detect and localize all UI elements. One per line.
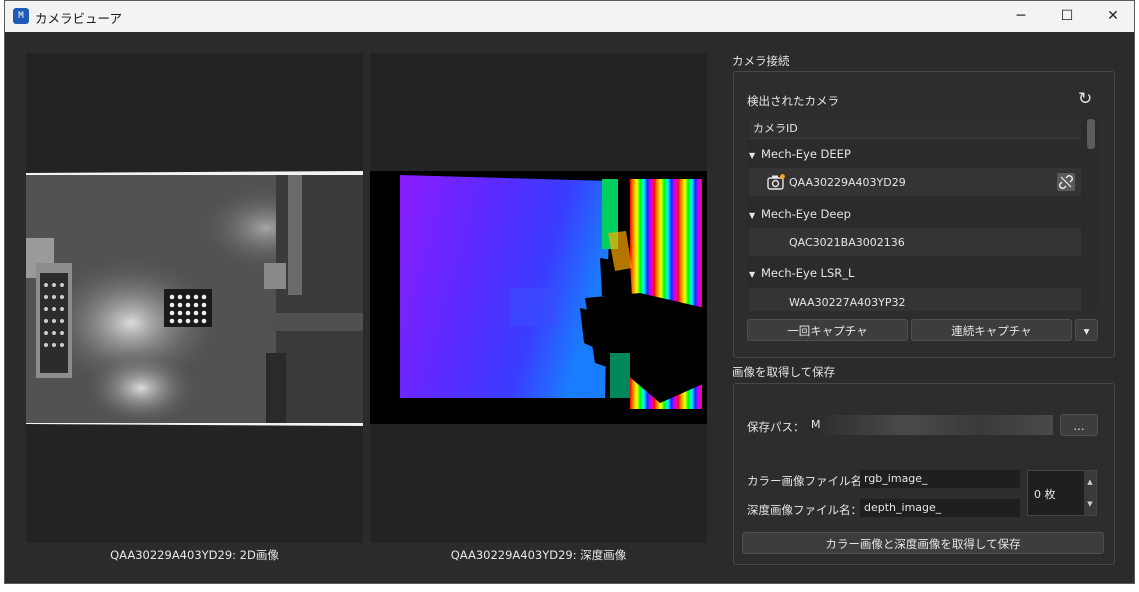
camera-group-label: Mech-Eye LSR_L bbox=[761, 266, 855, 280]
image-depth bbox=[370, 171, 707, 424]
list-scrollbar[interactable] bbox=[1087, 119, 1095, 309]
camera-viewer-window: M カメラビューア ─ ☐ ✕ QAA30229A403YD29: 2D画像 Q… bbox=[4, 0, 1135, 584]
detected-cameras-label: 検出されたカメラ bbox=[747, 94, 839, 108]
capture-count-spinbox[interactable]: 0 枚 ▲ ▼ bbox=[1027, 470, 1097, 516]
camera-serial: QAA30229A403YD29 bbox=[789, 176, 906, 189]
close-button[interactable]: ✕ bbox=[1090, 1, 1134, 32]
save-path-label: 保存パス： bbox=[747, 420, 805, 434]
spin-up-icon[interactable]: ▲ bbox=[1084, 471, 1096, 493]
expand-arrow-icon[interactable]: ▼ bbox=[749, 151, 761, 160]
camera-icon bbox=[767, 174, 785, 190]
browse-button[interactable]: ... bbox=[1060, 414, 1098, 436]
camera-list-item[interactable]: WAA30227A403YP32 bbox=[749, 288, 1081, 311]
single-capture-button[interactable]: 一回キャプチャ bbox=[747, 319, 908, 341]
app-logo-icon: M bbox=[13, 8, 29, 24]
color-filename-input[interactable]: rgb_image_ bbox=[860, 470, 1020, 488]
window-title: カメラビューア bbox=[35, 11, 123, 26]
save-group-title: 画像を取得して保存 bbox=[732, 365, 836, 379]
depth-filename-label: 深度画像ファイル名： bbox=[747, 503, 862, 517]
expand-arrow-icon[interactable]: ▼ bbox=[749, 270, 761, 279]
image-2d-caption: QAA30229A403YD29: 2D画像 bbox=[110, 548, 279, 562]
color-filename-label: カラー画像ファイル名： bbox=[747, 474, 874, 488]
image-panel-depth bbox=[370, 53, 707, 543]
title-bar: M カメラビューア ─ ☐ ✕ bbox=[5, 1, 1134, 32]
save-path-input[interactable]: M bbox=[807, 415, 1053, 435]
camera-group-label: Mech-Eye DEEP bbox=[761, 147, 851, 161]
maximize-button[interactable]: ☐ bbox=[1044, 1, 1090, 32]
depth-filename-input[interactable]: depth_image_ bbox=[860, 499, 1020, 517]
camera-group-mech-eye-deep-upper[interactable]: ▼ Mech-Eye DEEP bbox=[749, 147, 851, 161]
camera-list[interactable]: カメラID ▼ Mech-Eye DEEP QAA30229A403YD29 ▼ M bbox=[747, 117, 1099, 311]
capture-count: 0 枚 bbox=[1034, 488, 1056, 501]
capture-and-save-button[interactable]: カラー画像と深度画像を取得して保存 bbox=[742, 532, 1104, 554]
image-panel-2d bbox=[26, 53, 363, 543]
scrollbar-thumb[interactable] bbox=[1087, 119, 1095, 149]
disconnect-button[interactable] bbox=[1057, 173, 1075, 191]
camera-group-label: Mech-Eye Deep bbox=[761, 207, 851, 221]
camera-connection-title: カメラ接続 bbox=[732, 54, 790, 68]
image-2d bbox=[26, 171, 363, 428]
spin-down-icon[interactable]: ▼ bbox=[1084, 493, 1096, 515]
refresh-icon[interactable]: ↻ bbox=[1078, 89, 1092, 109]
image-depth-caption: QAA30229A403YD29: 深度画像 bbox=[450, 548, 627, 562]
camera-group-mech-eye-deep-lower[interactable]: ▼ Mech-Eye Deep bbox=[749, 207, 851, 221]
minimize-button[interactable]: ─ bbox=[998, 1, 1044, 32]
camera-serial: QAC3021BA3002136 bbox=[789, 236, 905, 249]
camera-id-header: カメラID bbox=[749, 119, 1081, 139]
camera-group-mech-eye-lsr[interactable]: ▼ Mech-Eye LSR_L bbox=[749, 266, 854, 280]
camera-serial: WAA30227A403YP32 bbox=[789, 296, 906, 309]
camera-list-item[interactable]: QAC3021BA3002136 bbox=[749, 228, 1081, 256]
unlink-icon bbox=[1059, 175, 1073, 189]
capture-mode-dropdown-icon[interactable]: ▾ bbox=[1075, 319, 1098, 341]
expand-arrow-icon[interactable]: ▼ bbox=[749, 211, 761, 220]
continuous-capture-button[interactable]: 連続キャプチャ bbox=[911, 319, 1072, 341]
camera-list-item[interactable]: QAA30229A403YD29 bbox=[749, 168, 1081, 196]
